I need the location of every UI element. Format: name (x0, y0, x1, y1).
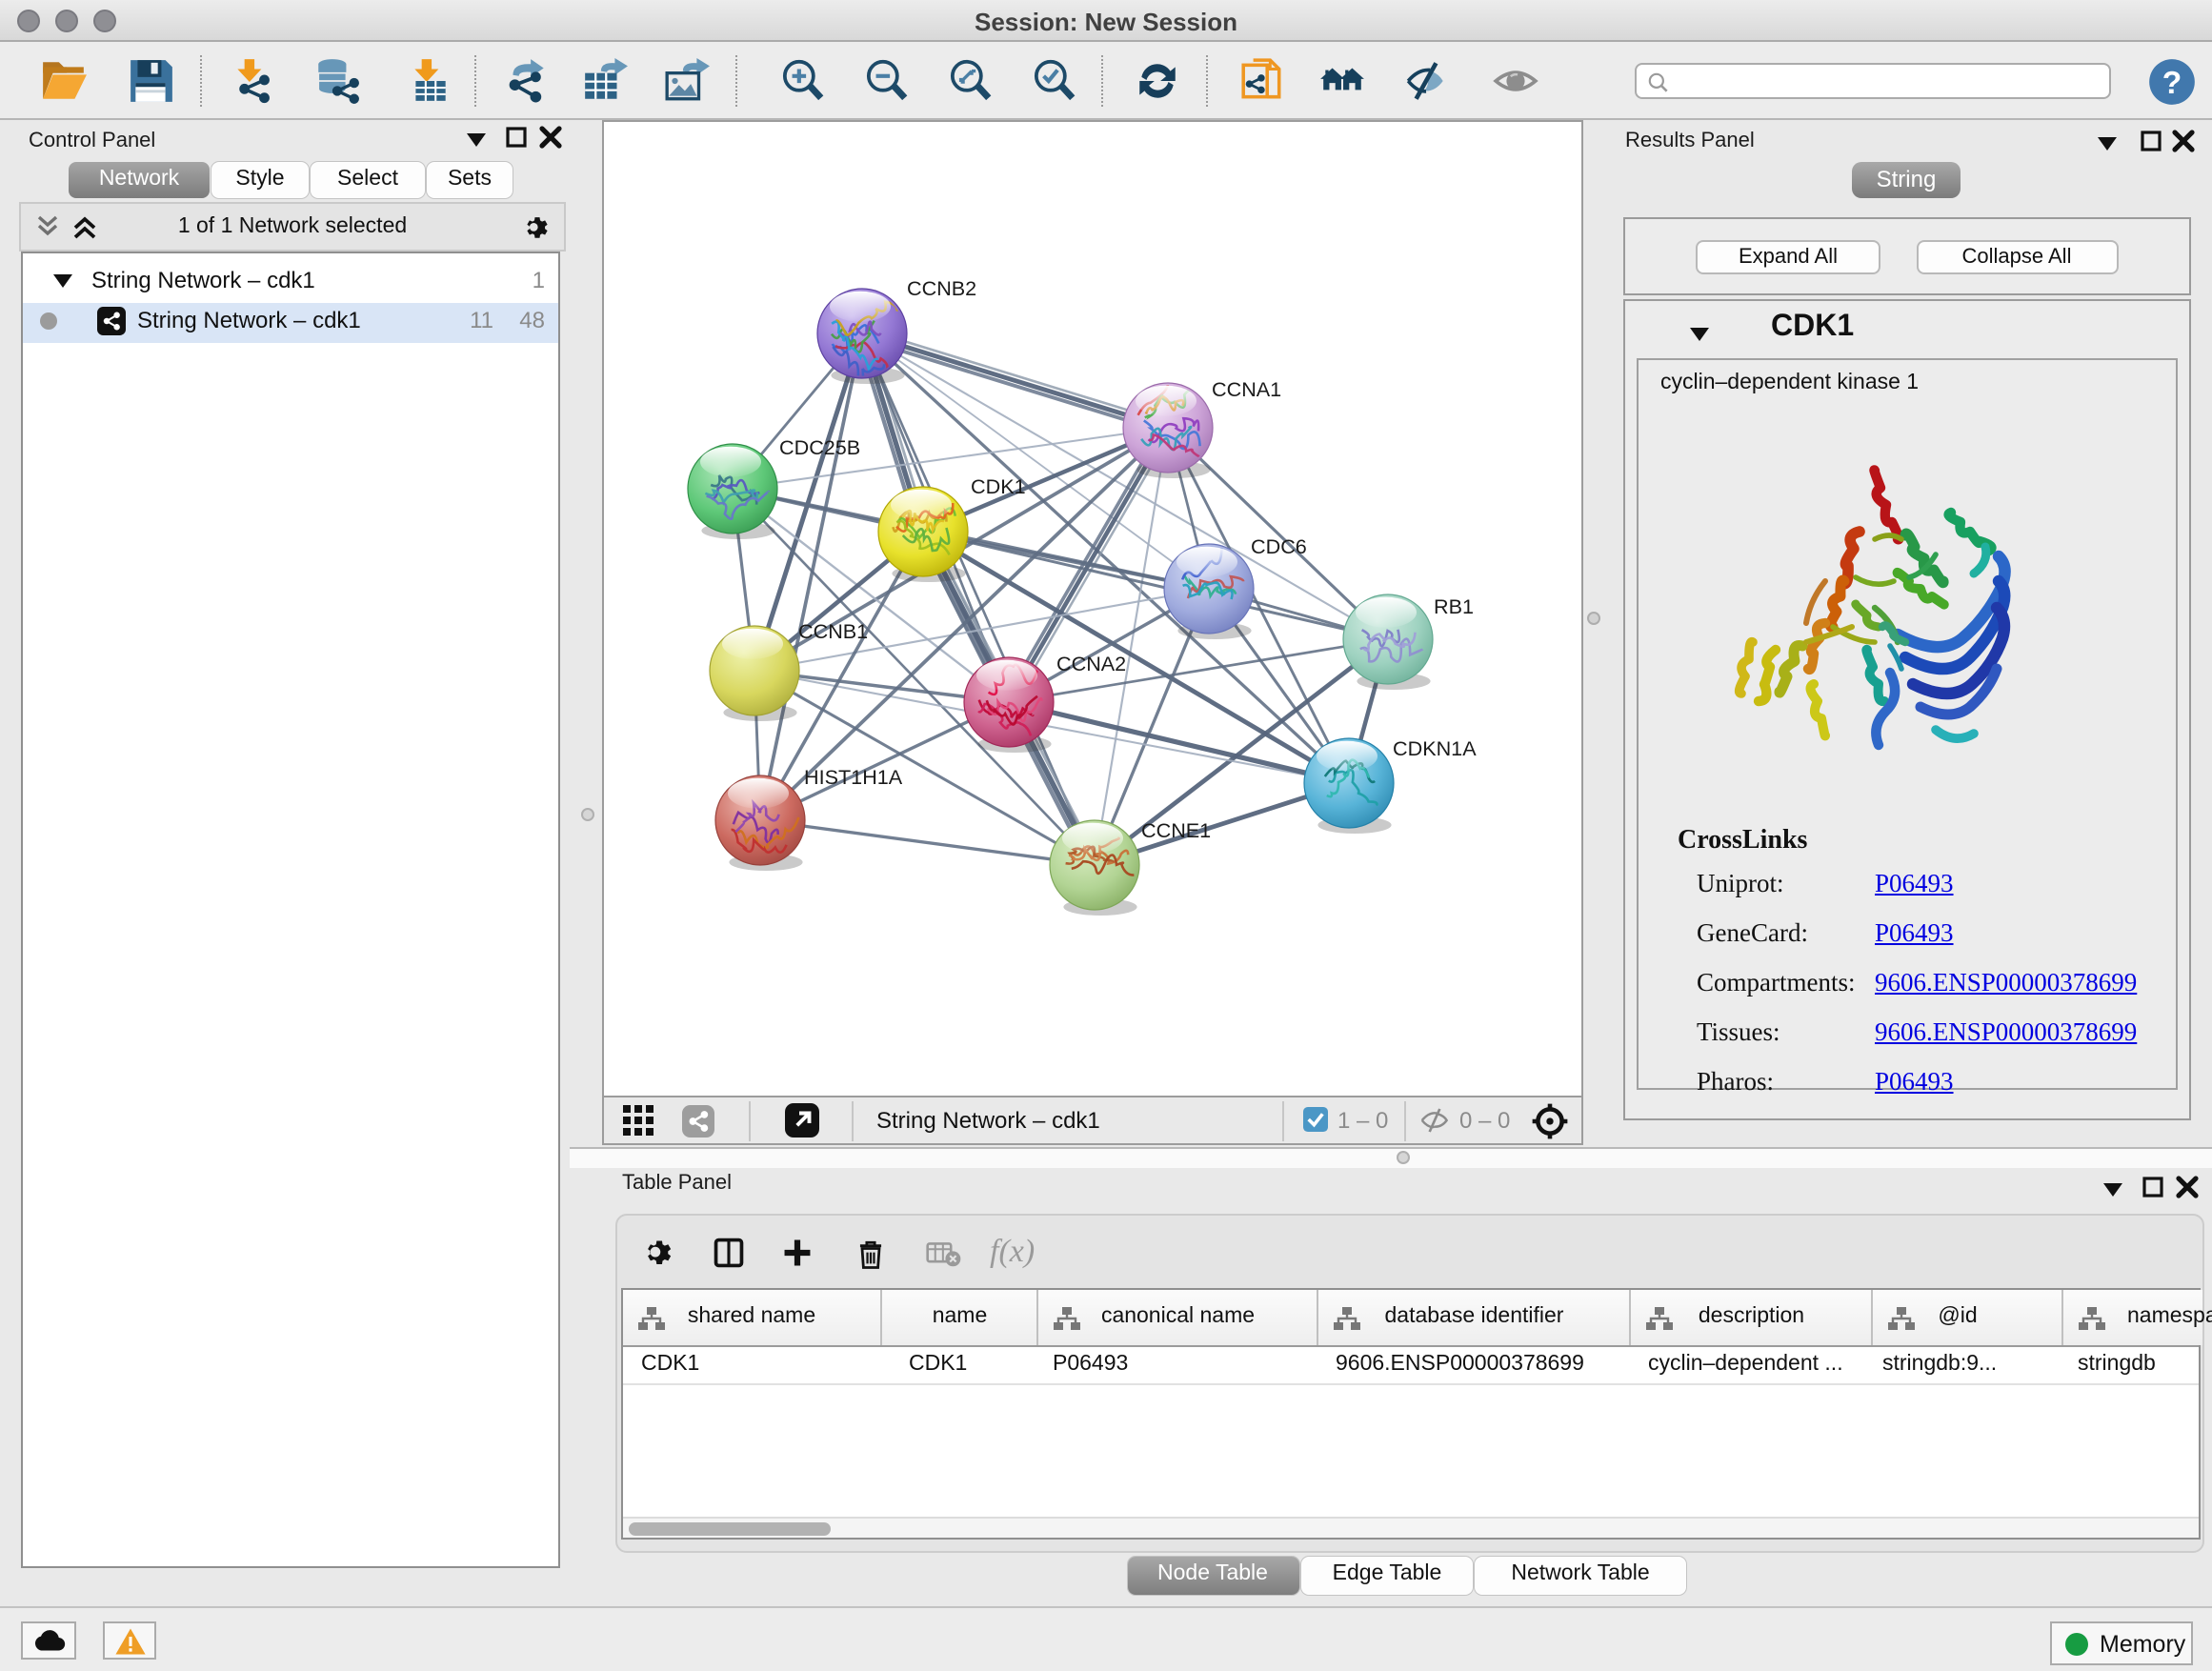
svg-text:CCNA1: CCNA1 (1212, 376, 1281, 400)
svg-text:CDKN1A: CDKN1A (1393, 735, 1477, 759)
svg-text:CDC25B: CDC25B (779, 434, 860, 458)
svg-text:CDK1: CDK1 (971, 473, 1026, 497)
svg-text:HIST1H1A: HIST1H1A (804, 764, 903, 788)
svg-text:CCNB1: CCNB1 (798, 618, 868, 642)
svg-text:CCNE1: CCNE1 (1141, 817, 1211, 841)
svg-text:RB1: RB1 (1434, 594, 1474, 617)
svg-text:?: ? (2162, 66, 2182, 101)
svg-text:CDC6: CDC6 (1251, 534, 1307, 557)
svg-text:CCNB2: CCNB2 (907, 275, 976, 299)
svg-text:CCNA2: CCNA2 (1056, 651, 1126, 674)
